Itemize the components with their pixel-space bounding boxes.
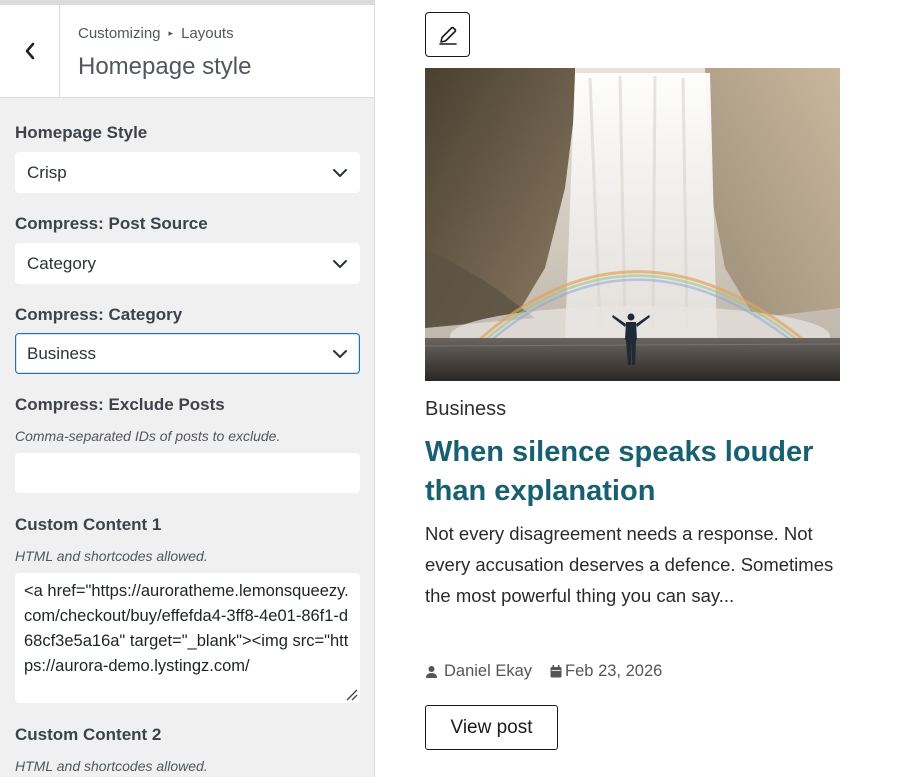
custom-content-1-value: <a href="https://auroratheme.lemonsqueez… bbox=[24, 582, 349, 675]
post-excerpt: Not every disagreement needs a response.… bbox=[425, 523, 834, 606]
post-meta: Daniel Ekay Feb 23, 2026 bbox=[425, 662, 662, 681]
resize-grip-icon[interactable] bbox=[342, 685, 358, 701]
section-title: Homepage style bbox=[78, 53, 252, 80]
post-featured-image[interactable] bbox=[425, 68, 840, 381]
custom-content-1-label: Custom Content 1 bbox=[15, 515, 162, 534]
chevron-down-icon bbox=[333, 259, 347, 268]
post-author[interactable]: Daniel Ekay bbox=[425, 662, 532, 681]
homepage-style-value: Crisp bbox=[27, 162, 67, 182]
exclude-posts-description: Comma-separated IDs of posts to exclude. bbox=[15, 428, 281, 444]
calendar-icon bbox=[550, 665, 562, 678]
custom-content-2-description: HTML and shortcodes allowed. bbox=[15, 758, 208, 774]
exclude-posts-label: Compress: Exclude Posts bbox=[15, 395, 225, 414]
category-value: Business bbox=[27, 343, 96, 363]
homepage-style-label: Homepage Style bbox=[15, 123, 148, 142]
user-icon bbox=[426, 665, 437, 678]
custom-content-2-label: Custom Content 2 bbox=[15, 725, 162, 744]
exclude-posts-input[interactable] bbox=[15, 453, 360, 493]
breadcrumb: Customizing ▸ Layouts bbox=[78, 25, 234, 42]
post-title-link[interactable]: When silence speaks louder than explanat… bbox=[425, 433, 855, 511]
post-category[interactable]: Business bbox=[425, 398, 506, 421]
breadcrumb-current: Layouts bbox=[181, 25, 234, 42]
category-select[interactable]: Business bbox=[15, 333, 360, 374]
homepage-style-select[interactable]: Crisp bbox=[15, 152, 360, 193]
chevron-left-icon bbox=[25, 42, 34, 60]
post-source-label: Compress: Post Source bbox=[15, 214, 208, 233]
post-date: Feb 23, 2026 bbox=[550, 662, 662, 681]
edit-shortcut-button[interactable] bbox=[425, 12, 470, 57]
post-source-value: Category bbox=[27, 253, 96, 273]
category-label: Compress: Category bbox=[15, 305, 183, 324]
post-author-name: Daniel Ekay bbox=[444, 662, 533, 680]
chevron-down-icon bbox=[333, 168, 347, 177]
post-source-select[interactable]: Category bbox=[15, 243, 360, 284]
pencil-icon bbox=[438, 26, 457, 45]
breadcrumb-root: Customizing bbox=[78, 25, 161, 42]
chevron-down-icon bbox=[333, 349, 347, 358]
customizer-sidebar: Customizing ▸ Layouts Homepage style Hom… bbox=[0, 0, 375, 777]
custom-content-1-textarea[interactable]: <a href="https://auroratheme.lemonsqueez… bbox=[15, 573, 360, 703]
post-date-value: Feb 23, 2026 bbox=[565, 662, 663, 680]
section-header: Customizing ▸ Layouts Homepage style bbox=[0, 5, 374, 98]
waterfall-image bbox=[425, 68, 840, 381]
custom-content-1-description: HTML and shortcodes allowed. bbox=[15, 548, 208, 564]
breadcrumb-separator-icon: ▸ bbox=[168, 28, 174, 38]
view-post-button[interactable]: View post bbox=[425, 705, 558, 750]
back-button[interactable] bbox=[0, 5, 60, 97]
